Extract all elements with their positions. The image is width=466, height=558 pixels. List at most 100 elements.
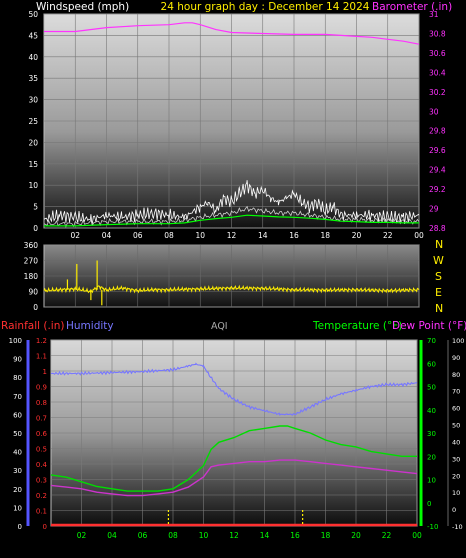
wind-y-tick-label: 25 [28,117,38,126]
humidity-y-tick-label: 0 [18,523,22,531]
humidity-y-tick-label: 80 [13,374,22,382]
wind-y-tick-label: 40 [28,53,38,62]
dewpoint-y-tick-label: 70 [452,388,460,396]
temperature-y-tick-label: 10 [427,477,436,485]
wind-x-tick-label: 18 [320,231,330,240]
rainfall-y-tick-label: 0.8 [36,399,47,407]
compass-e: E [435,286,442,299]
wind-y-tick-label: 0 [33,224,38,233]
rainfall-y-tick-label: 0.5 [36,446,47,454]
barometer-y-tick-label: 30 [429,107,439,116]
climate-x-tick-label: 20 [351,531,361,540]
rainfall-y-tick-label: 0.2 [36,492,47,500]
compass-labels: N W S E N [433,238,444,315]
humidity-y-tick-label: 90 [13,356,22,364]
humidity-y-tick-label: 30 [13,467,22,475]
wind-x-tick-label: 06 [133,231,143,240]
barometer-y-tick-label: 30.6 [429,49,446,58]
barometer-y-tick-label: 29.4 [429,166,446,175]
rainfall-y-tick-label: 0.9 [36,384,47,392]
wind-y-tick-label: 15 [28,160,38,169]
graph-date-title: 24 hour graph day : December 14 2024 [161,1,370,13]
wind-x-tick-label: 14 [258,231,268,240]
direction-y-tick-label: 180 [24,272,39,281]
humidity-axis-title: Humidity [66,320,114,332]
humidity-y-tick-label: 50 [13,430,22,438]
direction-axes: 0 90 180 270 360 [24,241,39,312]
climate-x-tick-label: 12 [229,531,239,540]
wind-y-tick-label: 35 [28,74,38,83]
temperature-y-tick-label: 60 [427,360,436,368]
climate-x-tick-label: 06 [138,531,148,540]
barometer-y-tick-label: 29.6 [429,146,446,155]
direction-y-tick-label: 270 [24,257,39,266]
wind-x-tick-label: 00 [414,231,424,240]
climate-x-tick-label: 04 [107,531,117,540]
dewpoint-y-tick-label: 100 [452,337,464,345]
compass-n-bottom: N [435,302,443,315]
rainfall-y-tick-label: 0 [43,523,47,531]
dewpoint-y-tick-label: -10 [452,523,463,531]
direction-y-tick-label: 90 [28,288,38,297]
compass-n-top: N [435,238,443,251]
rainfall-y-tick-label: 0.6 [36,430,48,438]
wind-x-tick-label: 22 [383,231,393,240]
climate-x-tick-label: 08 [168,531,178,540]
compass-s: S [435,270,442,283]
direction-y-tick-label: 0 [33,303,38,312]
barometer-y-tick-label: 28.8 [429,224,446,233]
direction-y-tick-label: 360 [24,241,39,250]
dewpoint-y-tick-label: 0 [452,506,456,514]
wind-x-tick-label: 08 [164,231,174,240]
wind-y-tick-label: 30 [28,96,38,105]
temperature-y-tick-label: 50 [427,384,436,392]
aqi-label: AQI [211,321,228,332]
barometer-y-tick-label: 29.8 [429,127,446,136]
humidity-y-tick-label: 40 [13,449,22,457]
humidity-y-tick-label: 20 [13,486,22,494]
barometer-y-tick-label: 29 [429,205,439,214]
humidity-y-tick-label: 60 [13,411,22,419]
windspeed-axis-title: Windspeed (mph) [36,1,129,13]
dewpoint-axis-title: Dew Point (°F) [392,320,466,332]
rainfall-y-tick-label: 0.3 [36,477,47,485]
temperature-axis-title: Temperature (°F) [312,320,402,332]
temperature-y-tick-label: -10 [427,523,438,531]
wind-x-tick-label: 12 [227,231,237,240]
weather-charts: 0510152025303540455002 04 06 08 10 12 14 16 18 20… [1,1,466,540]
dewpoint-y-tick-label: 30 [452,455,460,463]
temperature-y-tick-label: 30 [427,430,436,438]
dewpoint-y-tick-label: 60 [452,405,460,413]
dewpoint-y-tick-label: 40 [452,438,460,446]
climate-x-tick-label: 02 [77,531,87,540]
humidity-y-tick-label: 10 [13,504,22,512]
temperature-y-tick-label: 0 [427,500,431,508]
climate-x-tick-label: 10 [199,531,209,540]
humidity-y-tick-label: 100 [9,337,22,345]
climate-x-tick-label: 16 [290,531,300,540]
wind-y-tick-label: 45 [28,31,38,40]
humidity-y-tick-label: 70 [13,393,22,401]
wind-y-tick-label: 10 [28,181,38,190]
wind-x-tick-label: 16 [289,231,299,240]
barometer-y-tick-label: 30.4 [429,68,446,77]
dewpoint-y-tick-label: 50 [452,422,460,430]
wind-y-tick-label: 5 [33,203,38,212]
rainfall-y-tick-label: 0.7 [36,415,47,423]
barometer-axis-title: Barometer (.in) [372,1,452,13]
compass-w: W [433,254,444,267]
climate-x-tick-label: 14 [260,531,270,540]
wind-x-tick-label: 02 [70,231,80,240]
temperature-y-tick-label: 70 [427,337,436,345]
rainfall-y-tick-label: 0.1 [36,508,47,516]
rainfall-axis-title: Rainfall (.in) [1,320,64,332]
dewpoint-y-tick-label: 90 [452,354,460,362]
rainfall-y-tick-label: 0.4 [36,461,48,469]
weather-graph-page: 0 5 10 15 20 25 30 35 40 45 50 02 04 06 08 10 12 14 16 18 20… [0,0,466,554]
rainfall-y-tick-label: 1 [43,368,47,376]
wind-x-tick-label: 20 [352,231,362,240]
temperature-y-tick-label: 20 [427,453,436,461]
dewpoint-y-tick-label: 10 [452,489,460,497]
barometer-y-tick-label: 29.2 [429,185,446,194]
climate-x-tick-label: 22 [382,531,392,540]
